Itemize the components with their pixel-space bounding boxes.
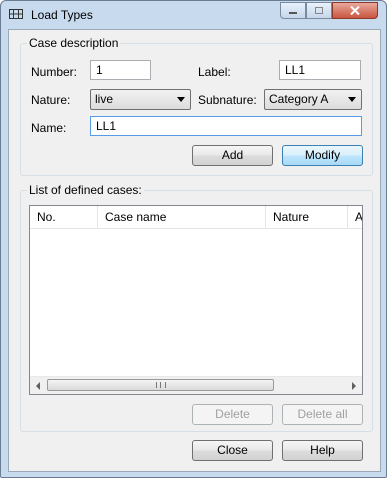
maximize-button[interactable]: [306, 2, 332, 19]
case-description-legend: Case description: [27, 36, 121, 50]
nature-dropdown-value: live: [95, 92, 114, 106]
name-field[interactable]: LL1: [90, 116, 362, 136]
subnature-dropdown-value: Category A: [269, 92, 329, 106]
help-button[interactable]: Help: [282, 440, 363, 461]
add-button[interactable]: Add: [192, 145, 273, 166]
nature-label: Nature:: [31, 93, 71, 107]
label-label: Label:: [198, 65, 231, 79]
number-label: Number:: [31, 65, 78, 79]
close-button[interactable]: Close: [192, 440, 273, 461]
grid-icon: [9, 9, 23, 19]
column-header-truncated[interactable]: A: [348, 206, 362, 228]
close-icon: [350, 6, 360, 15]
dialog-body: Case description Number: 1 Label: LL1 Na…: [8, 29, 381, 472]
window-title: Load Types: [31, 8, 93, 22]
subnature-label: Subnature:: [198, 93, 257, 107]
label-field[interactable]: LL1: [279, 60, 361, 80]
column-header-nature[interactable]: Nature: [266, 206, 348, 228]
scroll-thumb[interactable]: [47, 379, 274, 391]
list-header: No. Case name Nature A: [30, 206, 362, 229]
cases-list[interactable]: No. Case name Nature A: [29, 205, 363, 395]
column-header-case-name[interactable]: Case name: [98, 206, 266, 228]
minimize-button[interactable]: [280, 2, 306, 19]
nature-dropdown[interactable]: live: [90, 89, 191, 110]
subnature-dropdown[interactable]: Category A: [264, 89, 362, 110]
defined-cases-legend: List of defined cases:: [27, 183, 144, 197]
close-window-button[interactable]: [332, 2, 378, 19]
number-field[interactable]: 1: [90, 60, 151, 80]
scroll-grip-icon: [156, 382, 166, 388]
modify-button[interactable]: Modify: [282, 145, 363, 166]
title-bar[interactable]: Load Types: [1, 1, 386, 29]
scroll-left-icon[interactable]: [36, 382, 40, 390]
scroll-right-icon[interactable]: [352, 382, 356, 390]
delete-all-button[interactable]: Delete all: [282, 404, 363, 425]
load-types-window: Load Types Case description Number: 1 La…: [0, 0, 387, 478]
delete-button[interactable]: Delete: [192, 404, 273, 425]
horizontal-scrollbar[interactable]: [30, 376, 362, 394]
name-label: Name:: [31, 121, 67, 135]
minimize-icon: [289, 11, 297, 14]
chevron-down-icon: [348, 97, 356, 102]
maximize-icon: [315, 7, 323, 14]
chevron-down-icon: [177, 97, 185, 102]
column-header-no[interactable]: No.: [30, 206, 98, 228]
